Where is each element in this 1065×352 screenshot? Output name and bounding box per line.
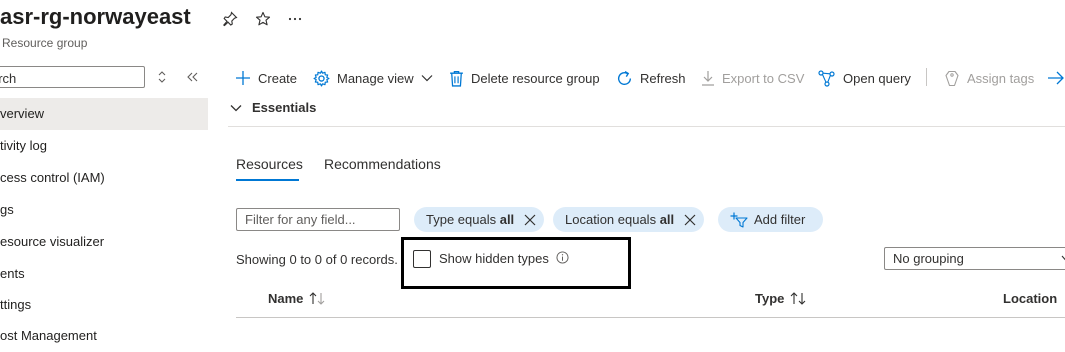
- sidebar-item-tags[interactable]: gs: [0, 194, 208, 226]
- sort-icon: [790, 292, 806, 305]
- sort-icon: [309, 292, 325, 305]
- download-icon: [701, 70, 715, 86]
- sidebar-item-events[interactable]: ents: [0, 258, 208, 290]
- type-filter-pill[interactable]: Type equals all: [414, 207, 545, 232]
- star-icon[interactable]: [255, 11, 271, 27]
- grouping-dropdown[interactable]: No grouping: [884, 247, 1065, 270]
- manage-view-label: Manage view: [337, 70, 414, 86]
- export-csv-button[interactable]: Export to CSV: [701, 66, 804, 90]
- type-filter-value: all: [499, 212, 515, 227]
- chevron-down-icon: [421, 74, 433, 82]
- delete-resource-group-label: Delete resource group: [471, 70, 600, 86]
- chevron-down-icon: [230, 104, 242, 112]
- location-filter-prefix: Location equals: [565, 212, 660, 227]
- sidebar-item-activity-log[interactable]: tivity log: [0, 130, 208, 162]
- column-header-name[interactable]: Name: [268, 291, 325, 306]
- add-filter-label: Add filter: [754, 212, 806, 227]
- refresh-button[interactable]: Refresh: [616, 66, 686, 90]
- close-icon[interactable]: [524, 214, 536, 226]
- query-icon: [818, 69, 836, 87]
- manage-view-button[interactable]: Manage view: [313, 66, 433, 90]
- sidebar-item-access-control[interactable]: cess control (IAM): [0, 162, 208, 194]
- essentials-toggle[interactable]: Essentials: [230, 100, 316, 115]
- create-button[interactable]: Create: [235, 66, 297, 90]
- more-icon[interactable]: [287, 12, 303, 26]
- location-filter-value: all: [659, 212, 675, 227]
- essentials-label: Essentials: [252, 100, 317, 115]
- trash-icon: [449, 70, 464, 87]
- collapse-sidebar-icon[interactable]: [185, 71, 199, 83]
- column-name-label: Name: [268, 291, 304, 306]
- open-query-label: Open query: [843, 70, 911, 86]
- sidebar-item-settings[interactable]: ttings: [0, 289, 208, 321]
- refresh-icon: [616, 70, 633, 87]
- grouping-selected: No grouping: [893, 251, 964, 266]
- tab-resources[interactable]: Resources: [236, 156, 303, 172]
- pin-icon[interactable]: [222, 11, 238, 27]
- export-csv-label: Export to CSV: [722, 70, 805, 86]
- plus-icon: [235, 70, 251, 86]
- show-hidden-types-label: Show hidden types: [439, 251, 549, 266]
- sidebar-item-cost-management[interactable]: ost Management: [0, 320, 208, 352]
- column-location-label: Location: [1003, 291, 1058, 306]
- essentials-divider: [228, 126, 1065, 127]
- column-header-location[interactable]: Location: [1003, 291, 1057, 306]
- column-header-type[interactable]: Type: [755, 291, 806, 306]
- records-count: Showing 0 to 0 of 0 records.: [236, 252, 398, 267]
- add-filter-button[interactable]: Add filter: [718, 207, 824, 232]
- delete-resource-group-button[interactable]: Delete resource group: [449, 66, 600, 90]
- location-filter-pill[interactable]: Location equals all: [553, 207, 705, 232]
- expand-collapse-icon[interactable]: [156, 70, 168, 84]
- arrow-right-icon[interactable]: [1047, 70, 1065, 86]
- create-button-label: Create: [258, 70, 298, 86]
- filter-any-field-input[interactable]: [236, 208, 400, 231]
- assign-tags-label: Assign tags: [967, 70, 1035, 86]
- tab-recommendations[interactable]: Recommendations: [324, 156, 441, 172]
- type-filter-prefix: Type equals: [426, 212, 500, 227]
- page-subtitle: Resource group: [2, 36, 88, 50]
- page-title: asr-rg-norwayeast: [0, 4, 191, 29]
- gear-icon: [313, 69, 330, 87]
- sidebar-search-input[interactable]: [0, 66, 145, 88]
- toolbar-divider: [926, 68, 927, 86]
- show-hidden-types-checkbox[interactable]: [413, 250, 431, 268]
- open-query-button[interactable]: Open query: [818, 66, 911, 90]
- table-header-divider: [236, 317, 1065, 318]
- chevron-down-icon: [1061, 255, 1065, 262]
- close-icon[interactable]: [684, 214, 696, 226]
- assign-tags-button[interactable]: Assign tags: [944, 66, 1034, 90]
- column-type-label: Type: [755, 291, 785, 306]
- selected-tab-indicator: [236, 179, 299, 181]
- sidebar-item-overview[interactable]: verview: [0, 98, 208, 130]
- add-filter-icon: [730, 212, 748, 228]
- sidebar-item-resource-visualizer[interactable]: esource visualizer: [0, 226, 208, 258]
- info-icon[interactable]: [556, 251, 569, 264]
- tag-icon: [944, 70, 960, 87]
- refresh-label: Refresh: [640, 70, 686, 86]
